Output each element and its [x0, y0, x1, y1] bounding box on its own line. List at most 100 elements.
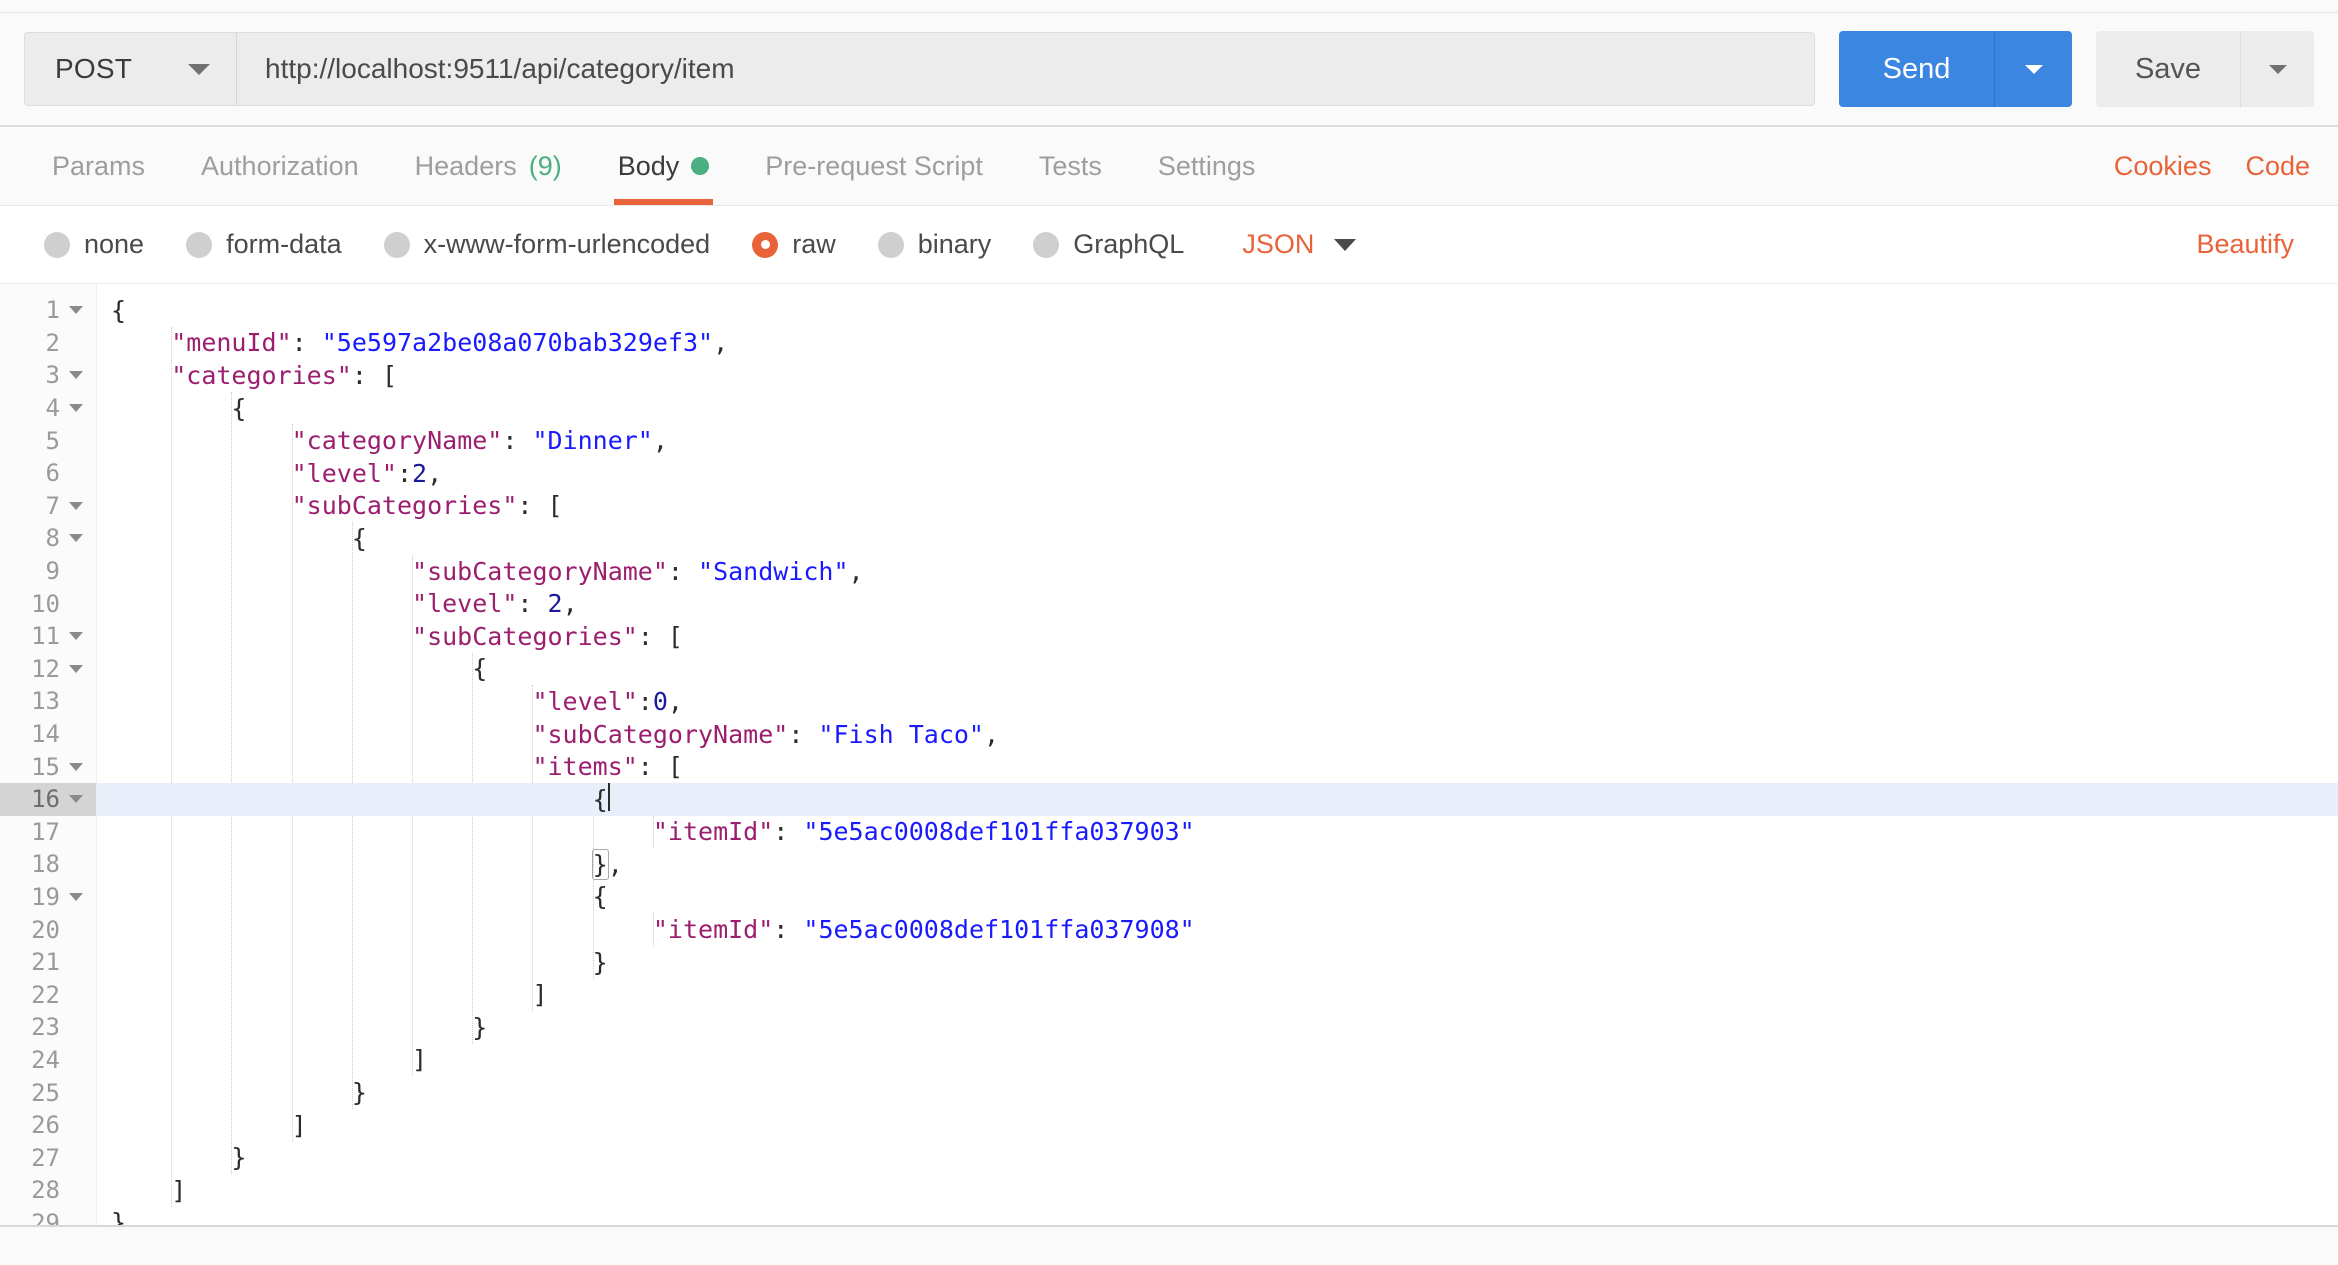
gutter-line-7[interactable]: 7	[0, 490, 96, 523]
fold-toggle-icon[interactable]	[65, 306, 87, 314]
code-line-16[interactable]: {	[97, 783, 2338, 816]
fold-toggle-icon[interactable]	[65, 665, 87, 673]
gutter-line-28[interactable]: 28	[0, 1174, 96, 1207]
code-line-29[interactable]: }	[97, 1207, 2338, 1225]
http-method-dropdown[interactable]: POST	[25, 33, 237, 105]
code-line-20[interactable]: "itemId": "5e5ac0008def101ffa037908"	[97, 913, 2338, 946]
editor-line-number-gutter[interactable]: 1234567891011121314151617181920212223242…	[0, 284, 97, 1225]
gutter-line-27[interactable]: 27	[0, 1141, 96, 1174]
raw-body-editor[interactable]: 1234567891011121314151617181920212223242…	[0, 284, 2338, 1227]
fold-toggle-icon[interactable]	[65, 534, 87, 542]
request-url-input[interactable]	[237, 33, 1814, 105]
fold-toggle-icon[interactable]	[65, 763, 87, 771]
gutter-line-2[interactable]: 2	[0, 327, 96, 360]
cookies-link[interactable]: Cookies	[2114, 151, 2212, 182]
send-options-button[interactable]	[1994, 31, 2072, 107]
beautify-button[interactable]: Beautify	[2196, 229, 2294, 259]
gutter-line-5[interactable]: 5	[0, 424, 96, 457]
code-line-12[interactable]: {	[97, 653, 2338, 686]
code-line-4[interactable]: {	[97, 392, 2338, 425]
gutter-line-24[interactable]: 24	[0, 1044, 96, 1077]
gutter-line-3[interactable]: 3	[0, 359, 96, 392]
code-line-24[interactable]: ]	[97, 1044, 2338, 1077]
gutter-line-14[interactable]: 14	[0, 718, 96, 751]
gutter-line-11[interactable]: 11	[0, 620, 96, 653]
gutter-line-4[interactable]: 4	[0, 392, 96, 425]
editor-code-area[interactable]: { "menuId": "5e597a2be08a070bab329ef3", …	[97, 284, 2338, 1225]
code-line-23[interactable]: }	[97, 1011, 2338, 1044]
code-line-22[interactable]: ]	[97, 978, 2338, 1011]
gutter-line-23[interactable]: 23	[0, 1011, 96, 1044]
tab-settings[interactable]: Settings	[1130, 127, 1284, 205]
tab-authorization[interactable]: Authorization	[173, 127, 387, 205]
gutter-line-6[interactable]: 6	[0, 457, 96, 490]
gutter-line-25[interactable]: 25	[0, 1076, 96, 1109]
code-line-19[interactable]: {	[97, 881, 2338, 914]
fold-toggle-icon[interactable]	[65, 632, 87, 640]
radio-button-icon[interactable]	[186, 232, 212, 258]
body-type-option-form-data[interactable]: form-data	[186, 229, 342, 260]
gutter-line-12[interactable]: 12	[0, 653, 96, 686]
radio-button-icon[interactable]	[384, 232, 410, 258]
tab-body[interactable]: Body	[590, 127, 738, 205]
code-line-25[interactable]: }	[97, 1076, 2338, 1109]
code-line-18[interactable]: },	[97, 848, 2338, 881]
code-line-14[interactable]: "subCategoryName": "Fish Taco",	[97, 718, 2338, 751]
gutter-line-10[interactable]: 10	[0, 587, 96, 620]
fold-toggle-icon[interactable]	[65, 893, 87, 901]
code-line-8[interactable]: {	[97, 522, 2338, 555]
code-line-5[interactable]: "categoryName": "Dinner",	[97, 424, 2338, 457]
body-type-option-none[interactable]: none	[44, 229, 144, 260]
code-line-15[interactable]: "items": [	[97, 750, 2338, 783]
gutter-line-22[interactable]: 22	[0, 978, 96, 1011]
radio-button-icon[interactable]	[878, 232, 904, 258]
code-line-9[interactable]: "subCategoryName": "Sandwich",	[97, 555, 2338, 588]
gutter-line-13[interactable]: 13	[0, 685, 96, 718]
fold-toggle-icon[interactable]	[65, 404, 87, 412]
gutter-line-26[interactable]: 26	[0, 1109, 96, 1142]
body-type-option-graphql[interactable]: GraphQL	[1033, 229, 1184, 260]
body-type-option-x-www-form-urlencoded[interactable]: x-www-form-urlencoded	[384, 229, 711, 260]
radio-button-icon[interactable]	[1033, 232, 1059, 258]
gutter-line-9[interactable]: 9	[0, 555, 96, 588]
code-line-1[interactable]: {	[97, 294, 2338, 327]
gutter-line-8[interactable]: 8	[0, 522, 96, 555]
gutter-line-29[interactable]: 29	[0, 1207, 96, 1227]
code-line-7[interactable]: "subCategories": [	[97, 490, 2338, 523]
gutter-line-21[interactable]: 21	[0, 946, 96, 979]
send-button[interactable]: Send	[1839, 31, 1994, 107]
gutter-line-18[interactable]: 18	[0, 848, 96, 881]
body-type-option-binary[interactable]: binary	[878, 229, 992, 260]
code-line-27[interactable]: }	[97, 1141, 2338, 1174]
gutter-line-17[interactable]: 17	[0, 816, 96, 849]
radio-button-icon[interactable]	[44, 232, 70, 258]
code-line-10[interactable]: "level": 2,	[97, 587, 2338, 620]
fold-toggle-icon[interactable]	[65, 795, 87, 803]
fold-toggle-icon[interactable]	[65, 371, 87, 379]
code-line-13[interactable]: "level":0,	[97, 685, 2338, 718]
gutter-line-1[interactable]: 1	[0, 294, 96, 327]
code-link[interactable]: Code	[2245, 151, 2310, 182]
gutter-line-19[interactable]: 19	[0, 881, 96, 914]
fold-toggle-icon[interactable]	[65, 502, 87, 510]
tab-pre-request-script[interactable]: Pre-request Script	[737, 127, 1011, 205]
code-line-2[interactable]: "menuId": "5e597a2be08a070bab329ef3",	[97, 327, 2338, 360]
gutter-line-20[interactable]: 20	[0, 913, 96, 946]
code-line-26[interactable]: ]	[97, 1109, 2338, 1142]
save-options-button[interactable]	[2240, 31, 2314, 107]
code-line-21[interactable]: }	[97, 946, 2338, 979]
gutter-line-15[interactable]: 15	[0, 750, 96, 783]
tab-headers[interactable]: Headers(9)	[387, 127, 590, 205]
gutter-line-16[interactable]: 16	[0, 783, 96, 816]
code-line-28[interactable]: ]	[97, 1174, 2338, 1207]
code-line-3[interactable]: "categories": [	[97, 359, 2338, 392]
save-button[interactable]: Save	[2096, 31, 2240, 107]
tab-params[interactable]: Params	[24, 127, 173, 205]
code-line-17[interactable]: "itemId": "5e5ac0008def101ffa037903"	[97, 816, 2338, 849]
tab-tests[interactable]: Tests	[1011, 127, 1130, 205]
code-line-11[interactable]: "subCategories": [	[97, 620, 2338, 653]
code-line-6[interactable]: "level":2,	[97, 457, 2338, 490]
body-type-option-raw[interactable]: raw	[752, 229, 836, 260]
body-format-dropdown[interactable]: JSON	[1242, 229, 1356, 260]
radio-button-icon[interactable]	[752, 232, 778, 258]
